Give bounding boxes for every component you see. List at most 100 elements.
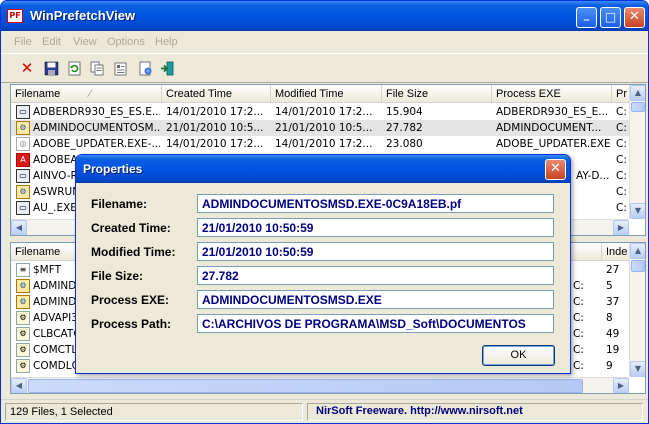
maximize-button[interactable]: □ <box>600 7 621 28</box>
cell-modified: 14/01/2010 17:2... <box>275 138 373 150</box>
updater-file-icon: ◎ <box>16 137 30 151</box>
label-file-size: File Size: <box>91 269 144 283</box>
toolbar: ✕ <box>1 53 648 83</box>
scroll-thumb[interactable] <box>28 379 583 393</box>
cell-exe: ADMINDOCUMENT... <box>496 122 602 134</box>
cell-path: C: <box>616 202 627 214</box>
scroll-up-icon[interactable]: ▲ <box>630 85 645 101</box>
cell-filename: ADOBE_UPDATER.EXE-... <box>33 138 160 150</box>
field-filename[interactable]: ADMINDOCUMENTOSMSD.EXE-0C9A18EB.pf <box>197 194 554 213</box>
properties-icon[interactable] <box>111 59 129 77</box>
column-header-index[interactable]: Inde <box>602 243 630 261</box>
column-header-process-exe[interactable]: Process EXE <box>492 85 612 103</box>
cell-path: C: <box>573 344 584 356</box>
status-bar: 129 Files, 1 Selected NirSoft Freeware. … <box>1 399 648 423</box>
cell-index: 49 <box>606 328 620 340</box>
bottom-list-vertical-scrollbar[interactable]: ▲ ▼ <box>629 243 645 377</box>
cell-size: 23.080 <box>386 138 423 150</box>
cell-index: 5 <box>606 280 613 292</box>
column-header-file-size[interactable]: File Size <box>382 85 492 103</box>
dll-file-icon: ⚙ <box>16 327 30 341</box>
field-process-exe[interactable]: ADMINDOCUMENTOSMSD.EXE <box>197 290 554 309</box>
menu-options[interactable]: Options <box>107 36 145 48</box>
cell-filename: ADBERDR930_ES_ES.E... <box>33 106 160 118</box>
status-file-count: 129 Files, 1 Selected <box>5 403 303 421</box>
cell-exe: ADBERDR930_ES_E... <box>496 106 609 118</box>
dll-file-icon: ⚙ <box>16 311 30 325</box>
app-icon: PF <box>7 9 23 23</box>
cell-index: 19 <box>606 344 620 356</box>
delete-icon[interactable]: ✕ <box>18 59 36 77</box>
minimize-button[interactable]: _ <box>576 7 597 28</box>
dialog-title-bar[interactable]: Properties ✕ <box>76 155 570 183</box>
exit-icon[interactable] <box>158 59 176 77</box>
label-process-path: Process Path: <box>91 317 172 331</box>
cell-path: C: <box>573 296 584 308</box>
column-header-filename[interactable]: Filename ⁄ <box>11 85 162 103</box>
scroll-right-icon[interactable]: ▶ <box>613 220 629 235</box>
save-icon[interactable] <box>42 59 60 77</box>
cell-path: C: <box>616 154 627 166</box>
menu-file[interactable]: File <box>14 36 32 48</box>
file-icon: ≡ <box>16 263 30 277</box>
dialog-close-button[interactable]: ✕ <box>545 159 566 180</box>
cell-path: C: <box>616 106 627 118</box>
cell-index: 9 <box>606 360 613 372</box>
table-row-selected[interactable]: ⚙ ADMINDOCUMENTOSM... 21/01/2010 10:5...… <box>11 120 645 136</box>
cell-size: 27.782 <box>386 122 423 134</box>
setup-file-icon: ⚙ <box>16 185 30 199</box>
field-modified-time[interactable]: 21/01/2010 10:50:59 <box>197 242 554 261</box>
cell-size: 15.904 <box>386 106 423 118</box>
cell-path: C: <box>616 186 627 198</box>
setup-file-icon: ⚙ <box>16 295 30 309</box>
cell-index: 8 <box>606 312 613 324</box>
cell-index: 27 <box>606 264 620 276</box>
column-header-created-time[interactable]: Created Time <box>162 85 271 103</box>
table-row[interactable]: ◎ ADOBE_UPDATER.EXE-... 14/01/2010 17:2.… <box>11 136 645 152</box>
window-title: WinPrefetchView <box>30 8 136 23</box>
field-process-path[interactable]: C:\ARCHIVOS DE PROGRAMA\MSD_Soft\DOCUMEN… <box>197 314 554 333</box>
menu-help[interactable]: Help <box>155 36 178 48</box>
menu-view[interactable]: View <box>73 36 97 48</box>
cell-created: 14/01/2010 17:2... <box>166 106 264 118</box>
cell-exe: ADOBE_UPDATER.EXE <box>496 138 610 150</box>
cell-created: 21/01/2010 10:5... <box>166 122 264 134</box>
menu-edit[interactable]: Edit <box>42 36 61 48</box>
top-list-vertical-scrollbar[interactable]: ▲ ▼ <box>629 85 645 219</box>
setup-file-icon: ⚙ <box>16 121 30 135</box>
scroll-up-icon[interactable]: ▲ <box>630 243 645 259</box>
title-bar[interactable]: PF WinPrefetchView _ □ ✕ <box>1 1 648 31</box>
scroll-down-icon[interactable]: ▼ <box>630 361 645 377</box>
cell-path: C: <box>616 122 627 134</box>
cell-path: C: <box>573 328 584 340</box>
refresh-icon[interactable] <box>65 59 83 77</box>
bottom-list-horizontal-scrollbar[interactable]: ◀ ▶ <box>11 377 629 393</box>
ok-button[interactable]: OK <box>482 345 555 366</box>
exe-file-icon: ▭ <box>16 105 30 119</box>
scroll-left-icon[interactable]: ◀ <box>11 220 27 235</box>
cell-created: 14/01/2010 17:2... <box>166 138 264 150</box>
cell-modified: 14/01/2010 17:2... <box>275 106 373 118</box>
label-filename: Filename: <box>91 197 148 211</box>
nirsoft-link[interactable]: NirSoft Freeware. http://www.nirsoft.net <box>307 403 643 421</box>
scroll-down-icon[interactable]: ▼ <box>630 203 645 219</box>
setup-file-icon: ⚙ <box>16 279 30 293</box>
column-header-modified-time[interactable]: Modified Time <box>271 85 382 103</box>
copy-icon[interactable] <box>88 59 106 77</box>
properties-dialog: Properties ✕ Filename: ADMINDOCUMENTOSMS… <box>75 154 571 374</box>
pdf-file-icon: A <box>16 153 30 167</box>
dialog-title: Properties <box>83 162 143 176</box>
cell-path: C: <box>573 280 584 292</box>
table-row[interactable]: ▭ ADBERDR930_ES_ES.E... 14/01/2010 17:2.… <box>11 104 645 120</box>
exe-file-icon: ▭ <box>16 201 30 215</box>
html-report-icon[interactable] <box>136 59 154 77</box>
scroll-left-icon[interactable]: ◀ <box>11 378 27 393</box>
column-header-process-path[interactable]: Pr <box>612 85 630 103</box>
field-created-time[interactable]: 21/01/2010 10:50:59 <box>197 218 554 237</box>
scroll-thumb[interactable] <box>631 102 645 112</box>
close-button[interactable]: ✕ <box>624 7 645 28</box>
field-file-size[interactable]: 27.782 <box>197 266 554 285</box>
scroll-right-icon[interactable]: ▶ <box>613 378 629 393</box>
scroll-thumb[interactable] <box>631 260 645 272</box>
label-modified-time: Modified Time: <box>91 245 176 259</box>
